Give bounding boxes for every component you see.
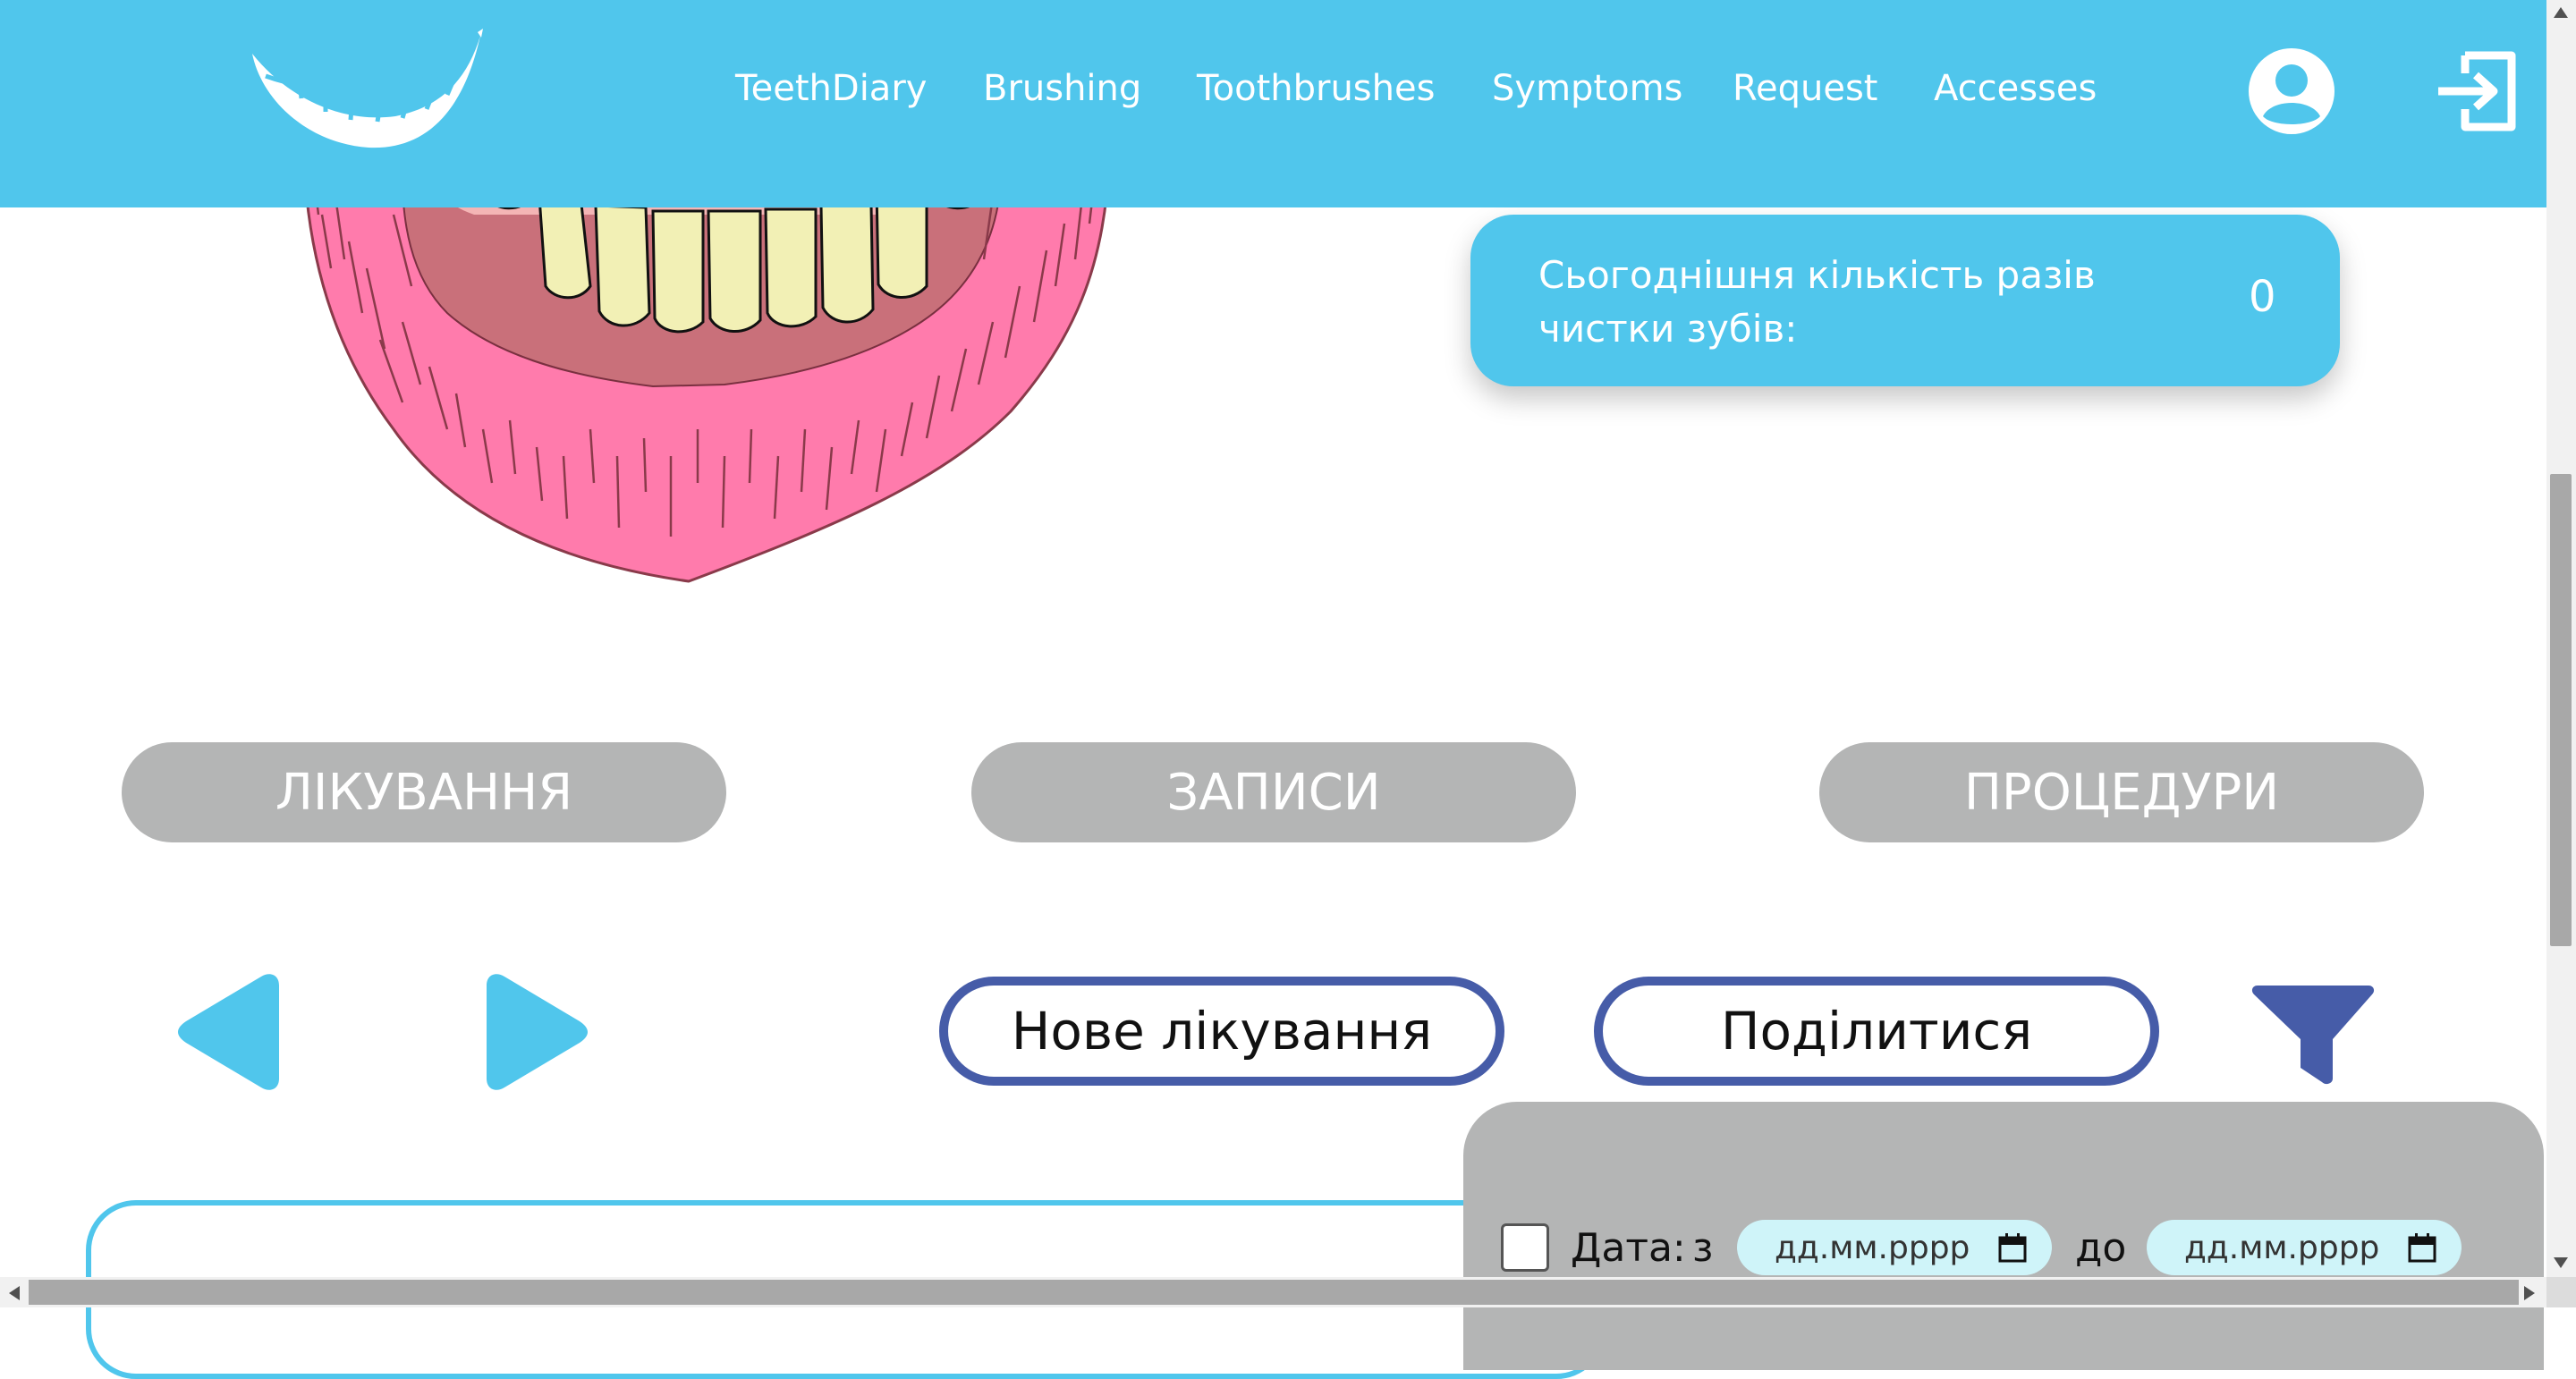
nav-symptoms[interactable]: Symptoms: [1492, 68, 1682, 109]
nav-teethdiary[interactable]: TeethDiary: [735, 68, 927, 109]
date-from-placeholder: дд.мм.рррр: [1775, 1229, 1970, 1266]
new-treatment-button[interactable]: Нове лікування: [939, 977, 1504, 1086]
tab-procedures[interactable]: ПРОЦЕДУРИ: [1819, 742, 2424, 842]
calendar-icon[interactable]: [1998, 1232, 2027, 1263]
logout-icon[interactable]: [2431, 47, 2521, 136]
scroll-down-arrow-icon[interactable]: [2552, 1256, 2570, 1270]
date-to-label: до: [2075, 1225, 2127, 1271]
date-from-input[interactable]: дд.мм.рррр: [1737, 1220, 2052, 1275]
horizontal-scrollbar-thumb[interactable]: [29, 1280, 2519, 1305]
next-arrow-icon[interactable]: [476, 969, 592, 1095]
date-label: Дата:: [1571, 1225, 1686, 1271]
date-from-label: з: [1692, 1225, 1714, 1271]
brushing-counter-card: Сьогоднішня кількість разів чистки зубів…: [1470, 215, 2340, 386]
calendar-icon[interactable]: [2408, 1232, 2436, 1263]
vertical-scrollbar-thumb[interactable]: [2550, 474, 2572, 946]
user-circle-icon[interactable]: [2247, 47, 2336, 136]
tab-treatment[interactable]: ЛІКУВАННЯ: [122, 742, 726, 842]
previous-arrow-icon[interactable]: [174, 969, 290, 1095]
scroll-up-arrow-icon[interactable]: [2552, 5, 2570, 20]
mouth-illustration: [302, 161, 1111, 583]
scroll-left-arrow-icon[interactable]: [7, 1284, 21, 1302]
top-nav-bar: TeethDiary Brushing Toothbrushes Symptom…: [0, 0, 2546, 207]
nav-brushing[interactable]: Brushing: [983, 68, 1141, 109]
date-to-placeholder: дд.мм.рррр: [2184, 1229, 2380, 1266]
nav-accesses[interactable]: Accesses: [1934, 68, 2097, 109]
scroll-right-arrow-icon[interactable]: [2522, 1284, 2537, 1302]
filter-funnel-icon[interactable]: [2250, 982, 2376, 1086]
scrollbar-corner: [2546, 1277, 2576, 1307]
teeth-feather-logo-icon[interactable]: [243, 27, 485, 152]
share-button[interactable]: Поділитися: [1594, 977, 2159, 1086]
nav-request[interactable]: Request: [1733, 68, 1877, 109]
brushing-count-label: Сьогоднішня кількість разів чистки зубів…: [1538, 253, 2096, 351]
date-to-input[interactable]: дд.мм.рррр: [2147, 1220, 2462, 1275]
brushing-count-value: 0: [2249, 272, 2276, 322]
nav-toothbrushes[interactable]: Toothbrushes: [1197, 68, 1435, 109]
date-filter-checkbox[interactable]: [1501, 1223, 1549, 1272]
filter-panel: Дата: з дд.мм.рррр до дд.мм.рррр: [1463, 1102, 2544, 1370]
tab-records[interactable]: ЗАПИСИ: [971, 742, 1576, 842]
